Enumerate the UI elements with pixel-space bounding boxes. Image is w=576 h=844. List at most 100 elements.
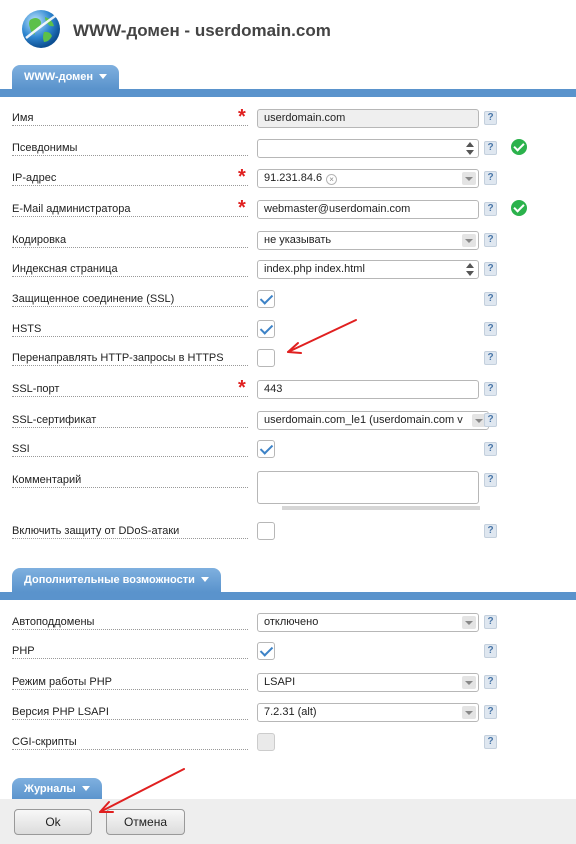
row-ip: IP-адрес * 91.231.84.6 × ? <box>0 167 576 193</box>
chevron-down-icon[interactable] <box>462 706 476 719</box>
help-icon[interactable]: ? <box>484 262 497 276</box>
hsts-checkbox[interactable] <box>257 320 275 338</box>
row-php-version: Версия PHP LSAPI 7.2.31 (alt) ? <box>0 703 576 727</box>
globe-icon <box>22 10 60 48</box>
caret-down-icon <box>200 577 209 582</box>
help-icon[interactable]: ? <box>484 615 497 629</box>
section-divider <box>0 592 576 600</box>
section-divider <box>0 89 576 97</box>
help-icon[interactable]: ? <box>484 111 497 125</box>
help-icon[interactable]: ? <box>484 322 497 336</box>
field-label: Версия PHP LSAPI <box>12 706 111 718</box>
help-icon[interactable]: ? <box>484 171 497 185</box>
help-icon[interactable]: ? <box>484 675 497 689</box>
field-label: Комментарий <box>12 474 84 486</box>
remove-tag-icon[interactable]: × <box>326 174 338 185</box>
section-tab-label: Дополнительные возможности <box>24 574 195 586</box>
field-label: Режим работы PHP <box>12 676 114 688</box>
help-icon[interactable]: ? <box>484 292 497 306</box>
field-label: SSI <box>12 443 32 455</box>
field-label: E-Mail администратора <box>12 203 133 215</box>
help-icon[interactable]: ? <box>484 644 497 658</box>
spinner-icon[interactable] <box>466 141 474 156</box>
name-input[interactable]: userdomain.com <box>257 109 479 128</box>
section-tab-label: Журналы <box>24 783 76 795</box>
row-hsts: HSTS ? <box>0 320 576 344</box>
textarea-scrollbar[interactable] <box>282 506 480 510</box>
field-label: SSL-порт <box>12 383 62 395</box>
field-label: Автоподдомены <box>12 616 97 628</box>
autosubdomains-select[interactable]: отключено <box>257 613 479 632</box>
page-title: WWW-домен - userdomain.com <box>73 21 331 40</box>
help-icon[interactable]: ? <box>484 351 497 365</box>
row-cgi: CGI-скрипты ? <box>0 733 576 757</box>
section-tab-www-domain[interactable]: WWW-домен <box>12 65 120 89</box>
row-ssl-port: SSL-порт * 443 ? <box>0 377 576 404</box>
chevron-down-icon[interactable] <box>462 616 476 629</box>
field-label: HSTS <box>12 323 44 335</box>
field-label: PHP <box>12 645 37 657</box>
ip-select[interactable]: 91.231.84.6 × <box>257 169 479 188</box>
help-icon[interactable]: ? <box>484 735 497 749</box>
field-label: Перенаправлять HTTP-запросы в HTTPS <box>12 352 226 364</box>
section-tab-logs[interactable]: Журналы <box>12 778 102 800</box>
page-header: WWW-домен - userdomain.com <box>0 0 576 62</box>
chevron-down-icon[interactable] <box>462 172 476 185</box>
row-php-mode: Режим работы PHP LSAPI ? <box>0 673 576 697</box>
row-autosub: Автоподдомены отключено ? <box>0 613 576 637</box>
ssl-cert-select[interactable]: userdomain.com_le1 (userdomain.com v <box>257 411 489 430</box>
row-email: E-Mail администратора * webmaster@userdo… <box>0 197 576 224</box>
email-field[interactable]: webmaster@userdomain.com <box>257 200 479 219</box>
ok-button[interactable]: Ok <box>14 809 92 835</box>
row-ddos: Включить защиту от DDoS-атаки ? <box>0 522 576 546</box>
check-circle-icon <box>511 139 527 155</box>
spinner-icon[interactable] <box>466 262 474 277</box>
cancel-button[interactable]: Отмена <box>106 809 185 835</box>
row-aliases: Псевдонимы ? <box>0 139 576 163</box>
php-checkbox[interactable] <box>257 642 275 660</box>
php-version-select[interactable]: 7.2.31 (alt) <box>257 703 479 722</box>
row-name: Имя * userdomain.com ? <box>0 106 576 133</box>
field-label: Включить защиту от DDoS-атаки <box>12 525 182 537</box>
asterisk-icon: * <box>238 106 246 128</box>
aliases-input[interactable] <box>257 139 479 158</box>
help-icon[interactable]: ? <box>484 524 497 538</box>
chevron-down-icon[interactable] <box>462 234 476 247</box>
row-php: PHP ? <box>0 642 576 666</box>
redirect-https-checkbox[interactable] <box>257 349 275 367</box>
ssl-checkbox[interactable] <box>257 290 275 308</box>
help-icon[interactable]: ? <box>484 473 497 487</box>
help-icon[interactable]: ? <box>484 705 497 719</box>
form-footer: Ok Отмена <box>0 799 576 844</box>
field-label: Защищенное соединение (SSL) <box>12 293 177 305</box>
ddos-checkbox[interactable] <box>257 522 275 540</box>
row-ssl-cert: SSL-сертификат userdomain.com_le1 (userd… <box>0 411 576 435</box>
field-label: Имя <box>12 112 36 124</box>
field-label: SSL-сертификат <box>12 414 99 426</box>
ip-tag: 91.231.84.6 × <box>264 172 338 185</box>
asterisk-icon: * <box>238 197 246 219</box>
help-icon[interactable]: ? <box>484 141 497 155</box>
field-label: Псевдонимы <box>12 142 80 154</box>
ssl-port-input[interactable]: 443 <box>257 380 479 399</box>
row-index: Индексная страница index.php index.html … <box>0 260 576 284</box>
help-icon[interactable]: ? <box>484 233 497 247</box>
asterisk-icon: * <box>238 377 246 399</box>
help-icon[interactable]: ? <box>484 202 497 216</box>
comment-textarea[interactable] <box>257 471 479 504</box>
help-icon[interactable]: ? <box>484 382 497 396</box>
caret-down-icon <box>99 74 108 79</box>
row-comment: Комментарий ? <box>0 471 576 513</box>
index-input[interactable]: index.php index.html <box>257 260 479 279</box>
section-tab-extra[interactable]: Дополнительные возможности <box>12 568 221 592</box>
cgi-checkbox[interactable] <box>257 733 275 751</box>
field-label: IP-адрес <box>12 172 59 184</box>
row-redirect: Перенаправлять HTTP-запросы в HTTPS ? <box>0 349 576 373</box>
charset-select[interactable]: не указывать <box>257 231 479 250</box>
ssi-checkbox[interactable] <box>257 440 275 458</box>
chevron-down-icon[interactable] <box>462 676 476 689</box>
help-icon[interactable]: ? <box>484 413 497 427</box>
help-icon[interactable]: ? <box>484 442 497 456</box>
section-tab-label: WWW-домен <box>24 71 94 83</box>
php-mode-select[interactable]: LSAPI <box>257 673 479 692</box>
